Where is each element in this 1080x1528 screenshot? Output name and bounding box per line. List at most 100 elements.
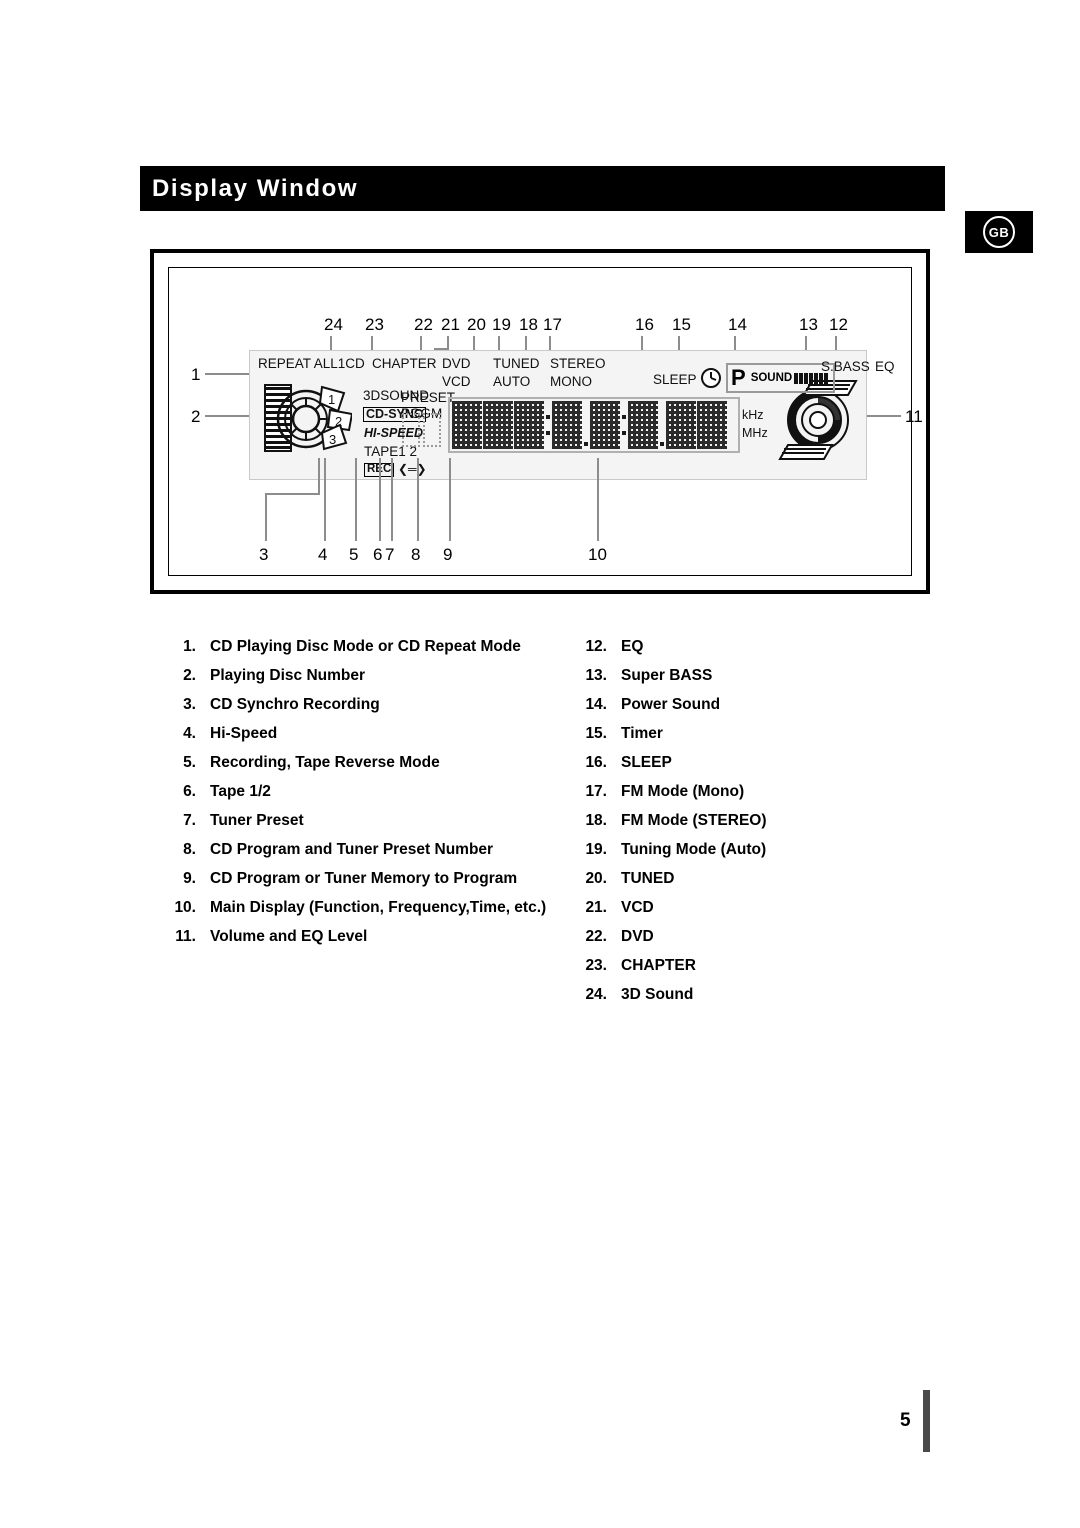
lcd-label-sound: SOUND: [750, 372, 793, 384]
leader-2: [205, 415, 249, 417]
callout-6: 6: [373, 545, 383, 564]
legend-item: 20. TUNED: [575, 870, 935, 899]
legend-item-number: 2.: [183, 667, 196, 684]
legend-item-text: EQ: [621, 638, 644, 655]
footer-bar: [922, 1390, 930, 1452]
timer-clock-icon: [700, 367, 722, 394]
legend-item-text: Tuner Preset: [210, 812, 304, 829]
legend-item: 6. Tape 1/2: [164, 783, 574, 812]
legend-item-text: TUNED: [621, 870, 675, 887]
callout-24: 24: [324, 315, 343, 334]
legend-item-number: 13.: [585, 667, 607, 684]
legend-item-text: Recording, Tape Reverse Mode: [210, 754, 440, 771]
leader-4: [324, 458, 326, 541]
legend-item-number: 6.: [183, 783, 196, 800]
callout-9: 9: [443, 545, 453, 564]
legend-item: 21. VCD: [575, 899, 935, 928]
page-title: Display Window: [152, 174, 359, 202]
legend-item-text: Tuning Mode (Auto): [621, 841, 767, 858]
preset-number-digits: [402, 413, 442, 447]
legend-item-text: 3D Sound: [621, 986, 694, 1003]
callout-17: 17: [543, 315, 562, 334]
display-cell-8: [697, 401, 727, 449]
legend-item: 3. CD Synchro Recording: [164, 696, 574, 725]
callout-21: 21: [441, 315, 460, 334]
legend-item-number: 5.: [183, 754, 196, 771]
legend-column-right: 12. EQ 13. Super BASS 14. Power Sound 15…: [575, 638, 935, 1015]
legend-item-number: 14.: [585, 696, 607, 713]
callout-2: 2: [191, 407, 201, 426]
legend-item-text: Super BASS: [621, 667, 713, 684]
legend-item-number: 23.: [585, 957, 607, 974]
legend-item: 14. Power Sound: [575, 696, 935, 725]
lcd-label-auto: AUTO: [493, 374, 531, 389]
lcd-label-khz: kHz: [742, 408, 764, 422]
lcd-label-vcd: VCD: [442, 374, 471, 389]
legend-item-number: 22.: [585, 928, 607, 945]
legend-item-text: Power Sound: [621, 696, 721, 713]
legend-item: 11. Volume and EQ Level: [164, 928, 574, 957]
leader-9: [449, 458, 451, 541]
callout-3: 3: [259, 545, 269, 564]
display-colon-1: [545, 401, 551, 449]
leader-10: [597, 458, 599, 541]
leader-6: [379, 458, 381, 541]
legend-item-text: Playing Disc Number: [210, 667, 366, 684]
lcd-label-rec-arrows: ❮═❯: [398, 462, 427, 476]
region-badge-label: GB: [983, 216, 1015, 248]
legend-item: 13. Super BASS: [575, 667, 935, 696]
svg-text:1: 1: [328, 392, 335, 407]
legend-item: 17. FM Mode (Mono): [575, 783, 935, 812]
page-title-bar: Display Window: [140, 166, 945, 211]
legend-item: 18. FM Mode (STEREO): [575, 812, 935, 841]
legend-item-number: 24.: [585, 986, 607, 1003]
lcd-panel: 1 2 3 REPEAT ALL1CD CHAPTER DVD VCD TUNE…: [249, 350, 895, 480]
callout-8: 8: [411, 545, 421, 564]
legend-item-number: 20.: [585, 870, 607, 887]
legend-item-text: SLEEP: [621, 754, 672, 771]
legend-item: 4. Hi-Speed: [164, 725, 574, 754]
lcd-label-p-indicator: P: [731, 365, 746, 390]
power-sound-group: P SOUND: [726, 363, 836, 393]
preset-digit-2: [423, 413, 441, 447]
legend-item-number: 4.: [183, 725, 196, 742]
callout-18: 18: [519, 315, 538, 334]
lcd-label-tape: TAPE1 2: [364, 444, 418, 459]
legend-item-text: CD Playing Disc Mode or CD Repeat Mode: [210, 638, 521, 655]
leader-7: [391, 458, 393, 541]
display-cell-6: [628, 401, 658, 449]
legend-item-number: 1.: [183, 638, 196, 655]
lcd-label-stereo: STEREO: [550, 356, 606, 371]
legend-item: 24. 3D Sound: [575, 986, 935, 1015]
leader-8: [417, 458, 419, 541]
display-period-2: [659, 401, 665, 449]
svg-text:2: 2: [335, 414, 342, 429]
legend-item: 22. DVD: [575, 928, 935, 957]
lcd-label-chapter: CHAPTER: [372, 356, 437, 371]
legend-item-number: 15.: [585, 725, 607, 742]
display-cell-1: [452, 401, 482, 449]
callout-22: 22: [414, 315, 433, 334]
legend-item-text: Hi-Speed: [210, 725, 278, 742]
display-period-1: [583, 401, 589, 449]
callout-15: 15: [672, 315, 691, 334]
legend-item: 10. Main Display (Function, Frequency,Ti…: [164, 899, 574, 928]
legend-item: 1. CD Playing Disc Mode or CD Repeat Mod…: [164, 638, 574, 667]
lcd-label-s-bass: S.BASS: [821, 359, 870, 374]
disc-repeat-icon: 1 2 3: [264, 377, 354, 461]
callout-14: 14: [728, 315, 747, 334]
callout-23: 23: [365, 315, 384, 334]
legend-item-number: 19.: [585, 841, 607, 858]
legend-item-text: Volume and EQ Level: [210, 928, 368, 945]
callout-12: 12: [829, 315, 848, 334]
legend-item-text: CHAPTER: [621, 957, 696, 974]
callout-1: 1: [191, 365, 201, 384]
legend-item-text: CD Synchro Recording: [210, 696, 380, 713]
legend-item-text: Tape 1/2: [210, 783, 271, 800]
display-cell-4: [552, 401, 582, 449]
legend-item: 5. Recording, Tape Reverse Mode: [164, 754, 574, 783]
legend-item-number: 21.: [585, 899, 607, 916]
legend-item-number: 10.: [174, 899, 196, 916]
legend-item: 12. EQ: [575, 638, 935, 667]
legend-item: 16. SLEEP: [575, 754, 935, 783]
